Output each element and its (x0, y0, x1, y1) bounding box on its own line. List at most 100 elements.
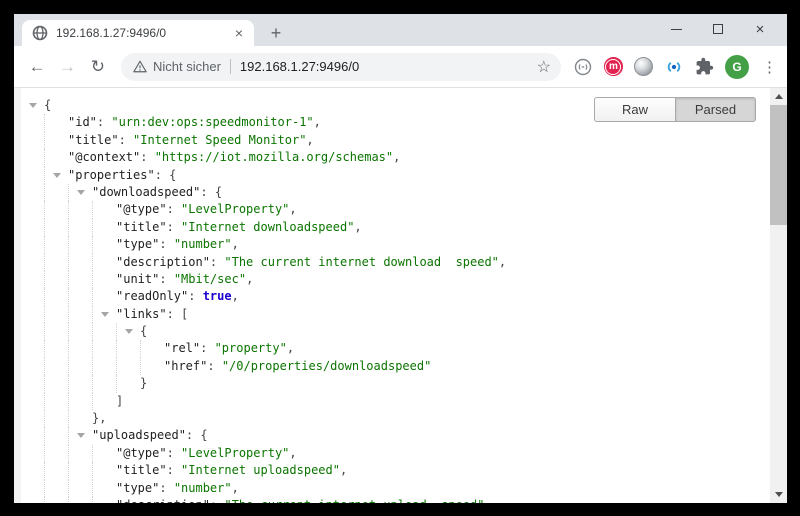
extensions-puzzle-icon[interactable] (695, 57, 714, 76)
json-punctuation: ] (116, 394, 123, 408)
json-punctuation: : (167, 463, 181, 477)
indent-guide (44, 393, 68, 410)
new-tab-button[interactable]: + (262, 20, 290, 46)
json-line: "links": [ (44, 306, 770, 323)
indent-guide (68, 445, 92, 462)
indent-guide (44, 375, 68, 392)
json-key: "properties" (68, 168, 155, 182)
security-label[interactable]: Nicht sicher (153, 59, 221, 74)
json-string: "number" (174, 237, 232, 251)
json-punctuation: : { (186, 428, 208, 442)
m-extension-icon[interactable]: m (604, 57, 623, 76)
json-string: "property" (215, 341, 287, 355)
indent-guide (44, 323, 68, 340)
json-line: }, (44, 410, 770, 427)
json-string: "Internet uploadspeed" (181, 463, 340, 477)
json-tree: {"id": "urn:dev:ops:speedmonitor-1","tit… (14, 88, 770, 503)
indent-guide (68, 375, 92, 392)
json-line: "description": "The current internet upl… (44, 497, 770, 503)
indent-guide (92, 254, 116, 271)
collapse-toggle-icon[interactable] (77, 190, 85, 195)
profile-avatar[interactable]: G (725, 55, 749, 79)
indent-guide (92, 271, 116, 288)
json-punctuation: , (393, 150, 400, 164)
indent-guide (92, 445, 116, 462)
browser-window: 192.168.1.27:9496/0 × + × ← → ↻ Nicht si… (14, 14, 787, 503)
reload-button[interactable]: ↻ (85, 53, 111, 81)
collapse-toggle-icon[interactable] (29, 103, 37, 108)
json-line: "type": "number", (44, 480, 770, 497)
format-toggle: Raw Parsed (594, 97, 756, 122)
json-punctuation: : (167, 220, 181, 234)
indent-guide (92, 497, 116, 503)
json-punctuation: : (167, 202, 181, 216)
json-string: "Internet Speed Monitor" (133, 133, 306, 147)
indent-guide (44, 306, 68, 323)
scrollbar-thumb[interactable] (770, 105, 787, 225)
collapse-toggle-icon[interactable] (101, 312, 109, 317)
address-bar[interactable]: Nicht sicher 192.168.1.27:9496/0 ☆ (121, 53, 561, 81)
bookmark-star-icon[interactable]: ☆ (537, 57, 551, 77)
broadcast-extension-icon[interactable] (664, 57, 684, 77)
json-line: "unit": "Mbit/sec", (44, 271, 770, 288)
sphere-extension-icon[interactable] (634, 57, 653, 76)
json-punctuation: : (159, 481, 173, 495)
indent-guide (44, 184, 68, 201)
scrollbar-down-button[interactable] (770, 487, 787, 502)
indent-guide (92, 393, 116, 410)
json-punctuation: , (484, 498, 491, 503)
collapse-toggle-icon[interactable] (53, 173, 61, 178)
json-line: "uploadspeed": { (44, 427, 770, 444)
back-button[interactable]: ← (24, 53, 50, 81)
json-punctuation: : (210, 255, 224, 269)
json-punctuation: , (232, 289, 239, 303)
json-line: "@context": "https://iot.mozilla.org/sch… (44, 149, 770, 166)
profile-initial: G (732, 60, 741, 74)
indent-guide (44, 480, 68, 497)
raw-button[interactable]: Raw (594, 97, 675, 122)
json-key: "uploadspeed" (92, 428, 186, 442)
chrome-menu-icon[interactable]: ⋮ (762, 58, 777, 76)
not-secure-warning-icon (133, 60, 147, 73)
json-key: "href" (164, 359, 207, 373)
parsed-button[interactable]: Parsed (675, 97, 756, 122)
scrollbar[interactable] (770, 88, 787, 503)
close-window-button[interactable]: × (739, 14, 781, 44)
forward-button[interactable]: → (54, 53, 80, 81)
json-punctuation: }, (92, 411, 106, 425)
indent-guide (44, 219, 68, 236)
circle-dash-extension-icon[interactable] (573, 57, 593, 77)
tab-close-icon[interactable]: × (232, 26, 246, 40)
json-punctuation: : (207, 359, 221, 373)
json-punctuation: } (140, 376, 147, 390)
json-key: "description" (116, 498, 210, 503)
indent-guide (68, 254, 92, 271)
scrollbar-up-button[interactable] (770, 89, 787, 104)
indent-guide (92, 219, 116, 236)
json-key: "id" (68, 115, 97, 129)
json-punctuation: : (159, 237, 173, 251)
json-line: "@type": "LevelProperty", (44, 201, 770, 218)
json-key: "links" (116, 307, 167, 321)
address-divider (230, 59, 231, 74)
m-extension-letter: m (609, 61, 618, 72)
json-string: "number" (174, 481, 232, 495)
json-key: "@type" (116, 202, 167, 216)
json-punctuation: , (499, 255, 506, 269)
browser-tab[interactable]: 192.168.1.27:9496/0 × (22, 20, 254, 46)
json-punctuation: : (159, 272, 173, 286)
maximize-button[interactable] (697, 14, 739, 44)
maximize-icon (713, 24, 723, 34)
indent-guide (68, 236, 92, 253)
close-icon: × (756, 22, 765, 37)
indent-guide (116, 340, 140, 357)
collapse-toggle-icon[interactable] (125, 329, 133, 334)
indent-guide (140, 340, 164, 357)
json-key: "title" (68, 133, 119, 147)
indent-guide (44, 410, 68, 427)
collapse-toggle-icon[interactable] (77, 433, 85, 438)
extension-area: m G ⋮ (573, 55, 777, 79)
url-text[interactable]: 192.168.1.27:9496/0 (240, 59, 529, 74)
json-string: "Internet downloadspeed" (181, 220, 354, 234)
minimize-button[interactable] (655, 14, 697, 44)
